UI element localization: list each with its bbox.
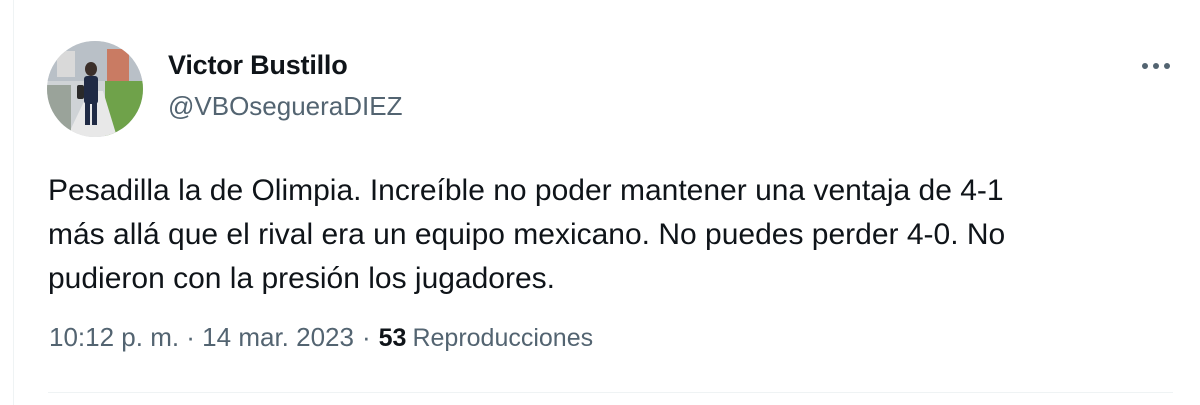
author-name[interactable]: Victor Bustillo [168,50,348,81]
more-horizontal-icon [1142,63,1170,69]
meta-separator: · [361,322,371,352]
tweet-text: Pesadilla la de Olimpia. Increíble no po… [48,174,1006,295]
tweet-meta: 10:12 p. m. · 14 mar. 2023 · 53 Reproduc… [49,322,593,353]
divider [48,392,1173,393]
views-count: 53 [378,324,407,352]
more-options-button[interactable] [1139,52,1173,80]
tweet-card: Victor Bustillo @VBOsegueraDIEZ Pesadill… [13,0,1200,405]
avatar[interactable] [47,41,143,137]
avatar-photo [47,41,143,137]
author-handle[interactable]: @VBOsegueraDIEZ [168,91,402,122]
views-label: Reproducciones [412,324,594,352]
tweet-timestamp[interactable]: 10:12 p. m. · 14 mar. 2023 [49,322,354,353]
